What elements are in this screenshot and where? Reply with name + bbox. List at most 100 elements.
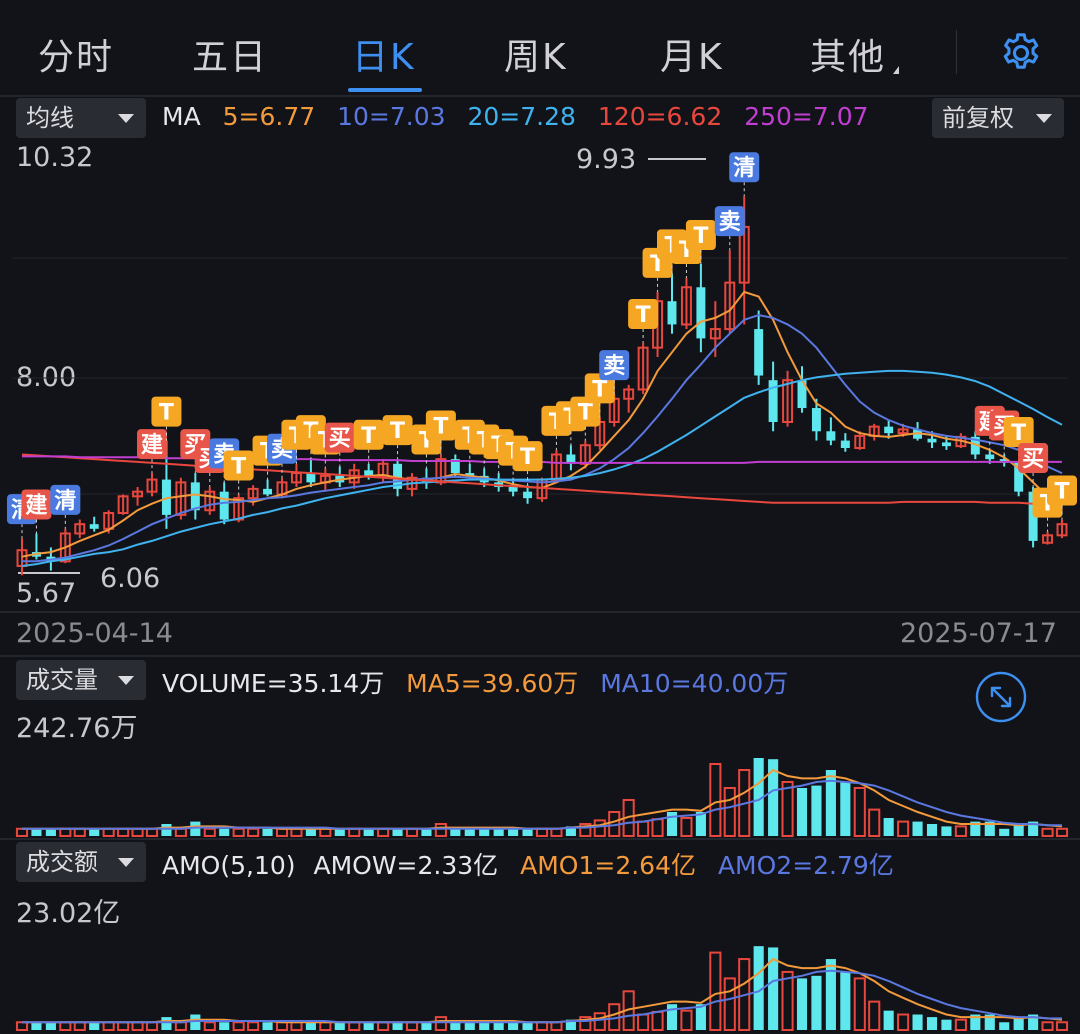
volume-dropdown-label: 成交量 <box>26 666 98 694</box>
volume-bar <box>145 827 159 838</box>
candle <box>31 533 41 560</box>
candle <box>868 423 880 441</box>
volume-bar <box>45 828 56 836</box>
candle <box>290 463 302 488</box>
amo-params: AMO(5,10) <box>162 851 296 880</box>
volume-bar <box>868 808 881 837</box>
amount-bar <box>290 1021 303 1031</box>
volume-bar <box>174 827 187 838</box>
amount-bar <box>145 1021 159 1031</box>
volume-bar <box>709 763 722 837</box>
amount-bar <box>926 1017 938 1030</box>
amount-bar <box>493 1022 504 1030</box>
trade-marker-label: T <box>578 401 593 426</box>
volume-bar <box>522 828 533 836</box>
candle-body <box>89 524 99 529</box>
amount-bar <box>840 971 851 1030</box>
amount-bar <box>392 1022 403 1030</box>
amount-bar <box>941 1019 952 1030</box>
candlestick-chart[interactable]: 清建清建T买买卖TT卖TTT买TTTTTTTTTTTTT卖TTTTT卖清建买T买… <box>0 0 1080 612</box>
volume-bar <box>262 828 273 836</box>
amount-bar <box>912 1014 923 1030</box>
amount-bar <box>897 1013 910 1032</box>
amount-bar <box>247 1021 260 1031</box>
amount-bar <box>232 1021 245 1031</box>
trade-marker-label: T <box>433 415 448 440</box>
candle <box>335 466 345 488</box>
start-date-label: 2025-04-14 <box>16 618 173 649</box>
volume-indicator-dropdown[interactable]: 成交量 <box>16 660 146 700</box>
trade-marker-label: 买 <box>1022 447 1044 472</box>
volume-bar <box>637 820 650 837</box>
trade-marker-label: 卖 <box>603 353 625 379</box>
trade-marker-label: T <box>159 401 174 426</box>
amount-bar <box>637 1013 650 1032</box>
volume-bar <box>89 828 100 836</box>
volume-bar <box>1055 827 1069 838</box>
volume-bar <box>811 785 822 836</box>
trade-marker-label: T <box>1011 421 1026 446</box>
volume-bar <box>319 827 332 838</box>
amount-bar <box>59 1021 72 1031</box>
amount-bar <box>421 1022 432 1030</box>
candle <box>1056 519 1068 539</box>
amount-indicator-dropdown[interactable]: 成交额 <box>16 842 146 882</box>
amount-bar <box>117 1021 130 1031</box>
amount-bar <box>1041 1021 1054 1031</box>
amount-bar <box>868 1000 881 1032</box>
volume-bar <box>434 823 447 837</box>
amount-bar <box>219 1022 230 1030</box>
amount-bar <box>405 1021 419 1031</box>
candle-body <box>667 301 677 325</box>
volume-bar <box>334 828 345 836</box>
candle <box>724 250 736 334</box>
volume-bar <box>926 824 938 836</box>
candle <box>319 468 331 492</box>
amount-ma5-line <box>22 957 1063 1024</box>
volume-bar <box>392 828 403 836</box>
volume-bar <box>219 828 230 836</box>
volume-bar <box>508 828 519 836</box>
candle <box>204 487 216 515</box>
amount-bar <box>377 1021 390 1031</box>
volume-bar <box>102 827 115 838</box>
amount-bar <box>853 977 866 1031</box>
chevron-down-icon <box>118 858 134 867</box>
amount-bar <box>535 1021 549 1031</box>
volume-bar <box>493 828 504 836</box>
candle-body <box>826 431 836 441</box>
candle <box>263 479 273 497</box>
candle <box>768 361 778 432</box>
chevron-down-icon <box>118 676 134 685</box>
volume-bar <box>275 827 289 838</box>
trade-marker-label: T <box>592 377 607 402</box>
volume-bar-chart <box>15 758 1069 838</box>
trade-marker-label: 建 <box>141 433 163 458</box>
candle-body <box>219 491 229 520</box>
volume-bar <box>999 828 1010 836</box>
candle-body <box>508 487 518 492</box>
volume-bar <box>131 827 144 838</box>
volume-bar <box>450 828 461 836</box>
volume-bar <box>377 827 390 838</box>
volume-bar <box>535 827 549 838</box>
trade-marker-label: T <box>693 224 708 249</box>
amount-bar <box>666 1004 678 1030</box>
amount-bar <box>89 1022 100 1030</box>
candle <box>913 421 923 441</box>
candle <box>146 473 158 497</box>
candle <box>754 310 764 385</box>
candle-body <box>263 488 273 495</box>
amount-bar <box>723 977 736 1031</box>
amount-bar <box>811 975 822 1030</box>
trade-marker-label: 清 <box>733 155 755 181</box>
volume-bar <box>840 782 851 836</box>
candle-body <box>696 287 706 339</box>
candle-body <box>306 473 316 483</box>
date-axis-divider <box>0 655 1080 657</box>
candle-body <box>811 408 821 432</box>
candle <box>623 384 635 413</box>
volume-panel-divider <box>0 838 1080 840</box>
candle <box>566 445 576 471</box>
amount-bar <box>348 1021 361 1031</box>
